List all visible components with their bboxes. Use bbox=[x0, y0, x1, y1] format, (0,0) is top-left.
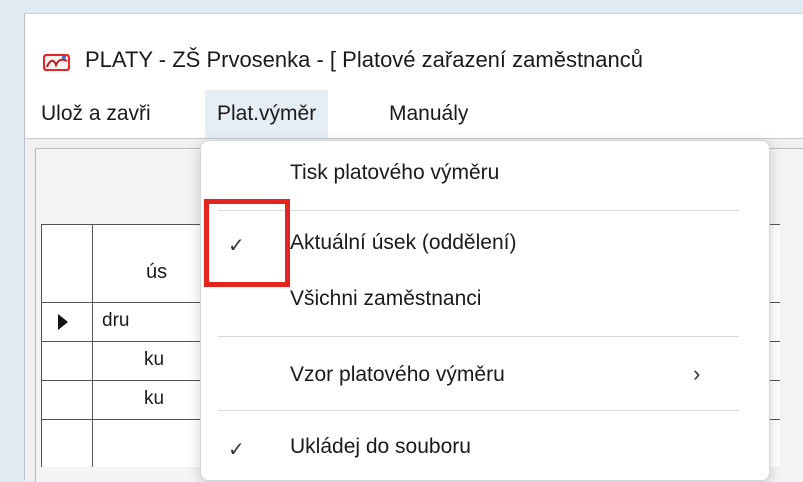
menu-separator bbox=[218, 336, 739, 337]
menu-item-label: Vzor platového výměru bbox=[290, 363, 505, 386]
menu-uloz-a-zavri[interactable]: Ulož a zavři bbox=[41, 90, 151, 138]
table-cell[interactable]: dru bbox=[102, 310, 129, 332]
rest-app-icon bbox=[43, 54, 70, 71]
submenu-chevron-right-icon: › bbox=[693, 361, 701, 386]
menu-item-vzor-platoveho-vymeru[interactable]: Vzor platového výměru › bbox=[201, 361, 769, 393]
menu-item-label: Ukládej do souboru bbox=[290, 435, 471, 458]
row-selector[interactable] bbox=[42, 342, 93, 380]
menu-bar: Ulož a zavři Plat.výměr Manuály bbox=[25, 90, 803, 138]
menu-item-label: Tisk platového výměru bbox=[290, 161, 500, 184]
menu-manualy[interactable]: Manuály bbox=[389, 90, 468, 138]
column-header-usek[interactable]: ús bbox=[146, 261, 167, 284]
table-cell[interactable]: ku bbox=[144, 349, 164, 371]
window-title: PLATY - ZŠ Prvosenka - [ Platové zařazen… bbox=[85, 47, 643, 72]
checkmark-icon: ✓ bbox=[228, 439, 245, 461]
table-cell[interactable]: ku bbox=[144, 388, 164, 410]
red-highlight-box bbox=[204, 199, 290, 287]
menu-separator bbox=[218, 410, 739, 411]
menu-plat-vymer[interactable]: Plat.výměr bbox=[205, 90, 329, 138]
plat-vymer-dropdown-menu: Tisk platového výměru ✓ Aktuální úsek (o… bbox=[200, 140, 770, 481]
menu-item-label: Aktuální úsek (oddělení) bbox=[290, 231, 517, 254]
menu-separator bbox=[218, 210, 739, 211]
menu-item-tisk-platoveho-vymeru[interactable]: Tisk platového výměru bbox=[201, 161, 769, 191]
current-row-arrow-icon bbox=[58, 314, 68, 330]
menu-item-ukladej-do-souboru[interactable]: ✓ Ukládej do souboru bbox=[201, 435, 769, 465]
row-selector[interactable] bbox=[42, 381, 93, 419]
menu-item-vsichni-zamestnanci[interactable]: Všichni zaměstnanci bbox=[201, 287, 769, 317]
title-bar: PLATY - ZŠ Prvosenka - [ Platové zařazen… bbox=[25, 14, 803, 86]
menu-item-label: Všichni zaměstnanci bbox=[290, 287, 482, 310]
row-selector[interactable] bbox=[42, 303, 93, 341]
